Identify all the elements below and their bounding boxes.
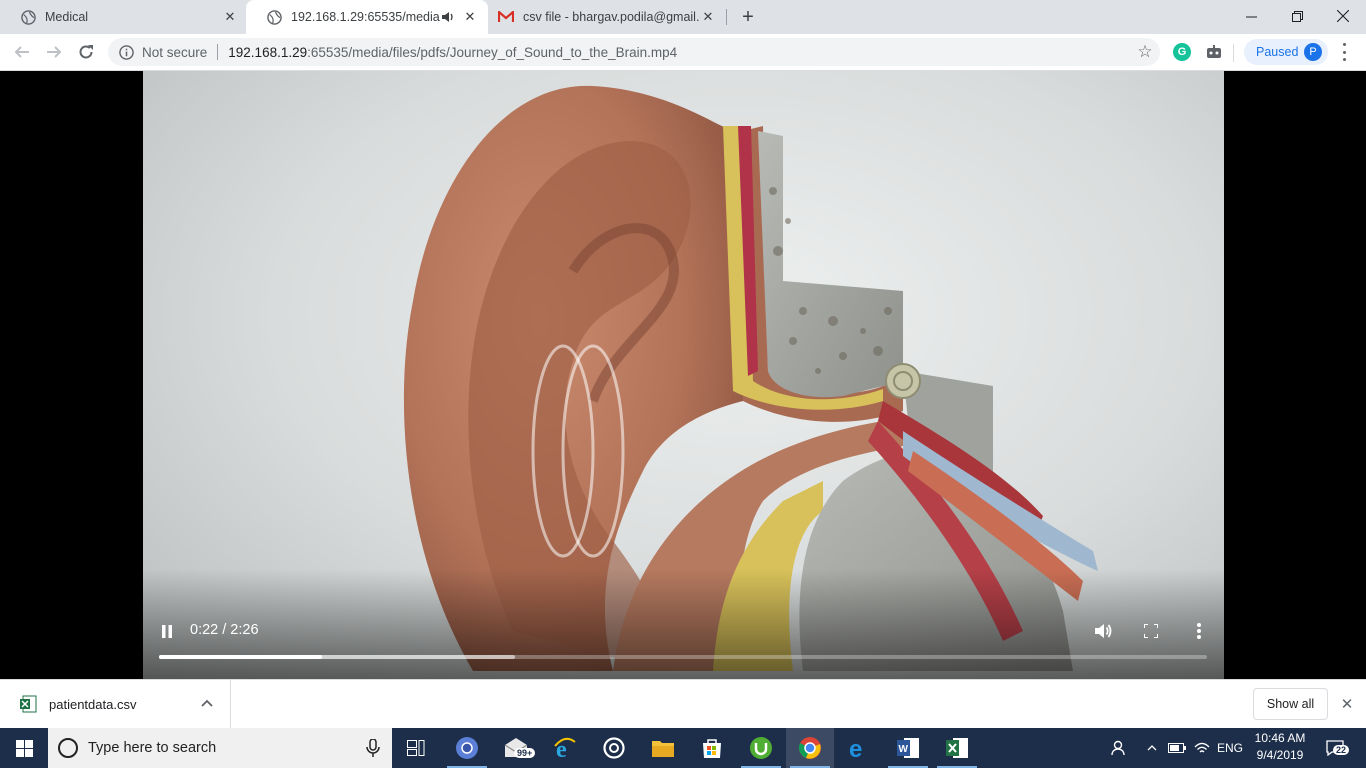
url-path: :65535/media/files/pdfs/Journey_of_Sound… [307,44,678,60]
language-indicator[interactable]: ENG [1214,728,1246,768]
close-downloads-icon[interactable]: ✕ [1338,695,1356,713]
grammarly-icon[interactable]: G [1173,43,1191,61]
tab-gmail[interactable]: csv file - bhargav.podila@gmail.com ✕ [478,0,726,34]
clock-time: 10:46 AM [1254,731,1306,745]
address-bar[interactable]: Not secure 192.168.1.29:65535/media/file… [108,38,1160,66]
chrome-icon[interactable] [786,728,834,768]
windows-taskbar: Type here to search 99+ e e W ENG 10:46 … [0,728,1366,768]
show-all-button[interactable]: Show all [1253,688,1328,720]
clock[interactable]: 10:46 AM 9/4/2019 [1248,730,1312,766]
tab-strip: Medical ✕ 192.168.1.29:65535/media/files… [0,0,1366,34]
video-page: 0:22 / 2:26 [0,71,1366,679]
chevron-up-icon[interactable] [1143,728,1161,768]
close-window-button[interactable] [1320,0,1366,32]
pause-button[interactable] [157,620,177,642]
profile-status: Paused [1256,45,1299,59]
microphone-icon[interactable] [366,739,380,757]
excel-icon[interactable] [933,728,981,768]
chevron-up-icon[interactable] [198,694,216,712]
gmail-icon [498,9,514,25]
tab-video[interactable]: 192.168.1.29:65535/media/files/pdfs/Jour… [246,0,488,34]
task-view-icon[interactable] [392,728,440,768]
seek-bar[interactable] [159,655,1207,659]
video-player[interactable]: 0:22 / 2:26 [143,71,1224,679]
info-icon[interactable] [118,44,134,60]
taskbar-search[interactable]: Type here to search [48,728,392,768]
tab-title: csv file - bhargav.podila@gmail.com [523,10,700,24]
tab-medical[interactable]: Medical ✕ [0,0,248,34]
toolbar-divider [1233,44,1234,62]
close-tab-icon[interactable]: ✕ [700,9,716,25]
battery-icon[interactable] [1166,728,1188,768]
profile-paused-button[interactable]: Paused P [1244,39,1328,65]
notification-count: 22 [1333,745,1350,755]
time-display: 0:22 / 2:26 [190,622,259,638]
tab-divider [726,9,727,25]
people-icon[interactable] [1106,728,1130,768]
excel-file-icon [20,695,37,713]
new-tab-button[interactable]: + [737,6,759,28]
played-bar [159,655,323,659]
chrome-menu-icon[interactable] [1336,43,1352,61]
audio-playing-icon[interactable] [440,9,456,25]
restore-button[interactable] [1274,0,1320,32]
edge-icon[interactable]: e [835,728,883,768]
wifi-icon[interactable] [1192,728,1212,768]
volume-icon[interactable] [1091,619,1115,643]
tab-title: 192.168.1.29:65535/media/files/pdfs/Jour… [291,10,440,24]
bookmark-star-icon[interactable]: ☆ [1136,42,1154,61]
omnibox-divider [217,44,219,60]
controls-overlay [143,569,1224,679]
close-tab-icon[interactable]: ✕ [222,9,238,25]
forward-button[interactable] [40,38,68,66]
security-label: Not secure [142,44,208,60]
extension-robot-icon[interactable] [1205,43,1223,61]
download-file-name: patientdata.csv [49,696,137,712]
svg-text:W: W [899,744,909,755]
windows-start-icon[interactable] [0,728,48,768]
microsoft-store-icon[interactable] [688,728,736,768]
more-options-icon[interactable] [1187,619,1211,643]
globe-icon [20,9,36,25]
utorrent-icon[interactable] [737,728,785,768]
close-tab-icon[interactable]: ✕ [462,9,478,25]
mail-badge: 99+ [514,748,536,758]
svg-text:e: e [849,736,862,760]
chrome-canary-icon[interactable] [443,728,491,768]
notification-center-icon[interactable]: 22 [1318,728,1352,768]
fullscreen-icon[interactable] [1139,619,1163,643]
clock-date: 9/4/2019 [1256,748,1304,762]
browser-toolbar: Not secure 192.168.1.29:65535/media/file… [0,34,1366,71]
download-item[interactable]: patientdata.csv [0,680,231,728]
back-button[interactable] [8,38,36,66]
avatar: P [1304,43,1322,61]
groove-music-icon[interactable] [590,728,638,768]
file-explorer-icon[interactable] [639,728,687,768]
globe-icon [266,9,282,25]
mail-app-icon[interactable]: 99+ [492,728,540,768]
internet-explorer-icon[interactable]: e [541,728,589,768]
tab-title: Medical [45,10,89,24]
downloads-bar: patientdata.csv Show all ✕ [0,679,1366,728]
minimize-button[interactable] [1228,0,1274,32]
search-placeholder: Type here to search [88,740,217,756]
word-icon[interactable]: W [884,728,932,768]
cortana-icon [58,738,78,758]
reload-button[interactable] [72,38,100,66]
url-host: 192.168.1.29 [228,44,308,60]
